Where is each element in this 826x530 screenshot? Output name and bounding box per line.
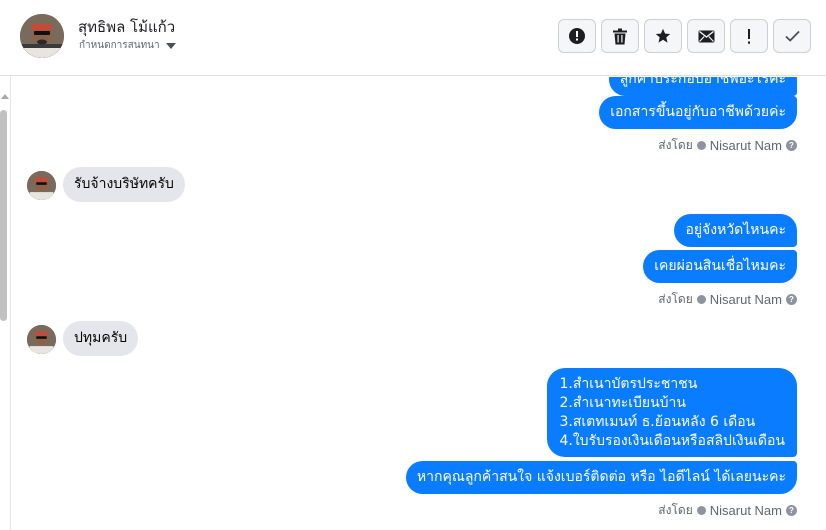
caret-down-icon <box>165 43 176 49</box>
check-icon <box>784 30 800 42</box>
mark-unread-button[interactable] <box>687 19 725 53</box>
alert-circle-icon <box>569 28 585 44</box>
outgoing-message[interactable]: หากคุณลูกค้าสนใจ แจ้งเบอร์ติดต่อ หรือ ไอ… <box>405 461 797 494</box>
incoming-message[interactable]: รับจ้างบริษัทครับ <box>63 167 185 202</box>
sent-by-label: ส่งโดย Nisarut Nam ? <box>658 290 797 309</box>
outgoing-message[interactable]: ลูกค้าประกอบอาชีพอะไรคะ <box>608 77 797 96</box>
message-text: รับจ้างบริษัทครับ <box>74 176 174 192</box>
help-icon[interactable]: ? <box>786 140 797 151</box>
conversation-toolbar <box>558 19 811 53</box>
verified-icon <box>696 506 706 515</box>
message-text: เอกสารขึ้นอยู่กับอาชีพด้วยค่ะ <box>610 104 786 120</box>
sent-by-label: ส่งโดย Nisarut Nam ? <box>658 136 797 155</box>
contact-name[interactable]: สุทธิพล โม้แก้ว <box>78 15 175 39</box>
message-text: เคยผ่อนสินเชื่อไหมคะ <box>654 258 786 274</box>
agent-name[interactable]: Nisarut Nam <box>710 138 782 153</box>
sent-by-label: ส่งโดย Nisarut Nam ? <box>658 501 797 520</box>
outgoing-message[interactable]: 1.สำเนาบัตรประชาชน 2.สำเนาทะเบียนบ้าน 3.… <box>547 368 797 457</box>
verified-icon <box>696 295 706 304</box>
agent-name[interactable]: Nisarut Nam <box>710 503 782 518</box>
message-text: อยู่จังหวัดไหนคะ <box>685 222 786 238</box>
envelope-icon <box>698 30 714 42</box>
message-line: 1.สำเนาบัตรประชาชน <box>559 376 698 392</box>
follow-up-button[interactable] <box>730 19 768 53</box>
agent-name[interactable]: Nisarut Nam <box>710 292 782 307</box>
star-icon <box>655 28 671 43</box>
conversation-header: สุทธิพล โม้แก้ว กำหนดการสนทนา <box>0 0 826 76</box>
scrollbar-thumb[interactable] <box>0 110 7 321</box>
delete-button[interactable] <box>601 19 639 53</box>
verified-icon <box>696 141 706 150</box>
outgoing-message[interactable]: อยู่จังหวัดไหนคะ <box>674 214 797 247</box>
conversation-label-text: กำหนดการสนทนา <box>79 40 160 51</box>
contact-avatar[interactable] <box>20 14 64 58</box>
message-text: ลูกค้าประกอบอาชีพอะไรคะ <box>619 77 786 87</box>
scroll-up-arrow-icon[interactable] <box>1 94 9 99</box>
message-thread: ลูกค้าประกอบอาชีพอะไรคะ เอกสารขึ้นอยู่กั… <box>12 77 826 530</box>
message-line: 2.สำเนาทะเบียนบ้าน <box>559 395 686 411</box>
message-text: หากคุณลูกค้าสนใจ แจ้งเบอร์ติดต่อ หรือ ไอ… <box>416 469 786 485</box>
trash-icon <box>613 28 627 44</box>
message-line: 4.ใบรับรองเงินเดือนหรือสลิปเงินเดือน <box>559 433 785 449</box>
outgoing-message[interactable]: เอกสารขึ้นอยู่กับอาชีพด้วยค่ะ <box>599 96 797 129</box>
spam-button[interactable] <box>558 19 596 53</box>
message-line: 3.สเตทเมนท์ ธ.ย้อนหลัง 6 เดือน <box>559 414 756 430</box>
contact-avatar[interactable] <box>27 325 56 354</box>
incoming-message[interactable]: ปทุมครับ <box>63 321 139 356</box>
conversation-label-dropdown[interactable]: กำหนดการสนทนา <box>79 38 176 53</box>
help-icon[interactable]: ? <box>786 505 797 516</box>
help-icon[interactable]: ? <box>786 294 797 305</box>
star-button[interactable] <box>644 19 682 53</box>
exclamation-icon <box>748 28 750 44</box>
contact-avatar[interactable] <box>27 171 56 200</box>
outgoing-message[interactable]: เคยผ่อนสินเชื่อไหมคะ <box>643 250 797 283</box>
message-text: ปทุมครับ <box>74 330 128 346</box>
done-button[interactable] <box>773 19 811 53</box>
